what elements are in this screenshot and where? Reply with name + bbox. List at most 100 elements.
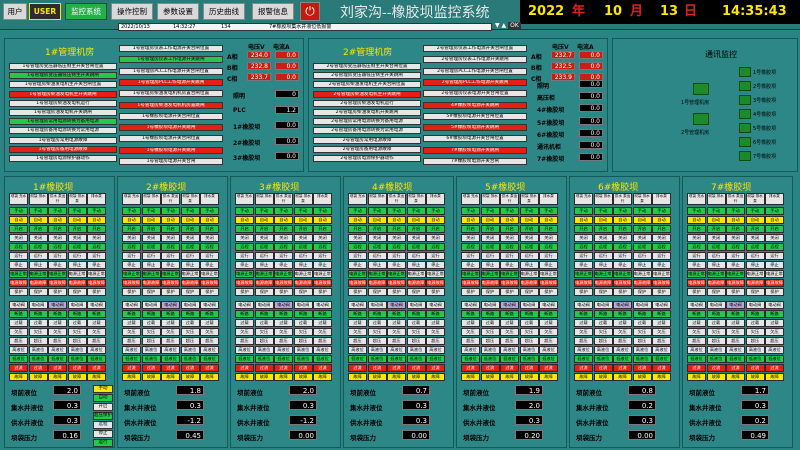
status-cell[interactable]: 开启 <box>387 225 406 233</box>
status-cell[interactable]: 运行 <box>122 252 141 260</box>
status-cell[interactable]: 过载 <box>500 319 519 327</box>
status-cell[interactable]: 停止 <box>367 261 387 269</box>
status-cell[interactable]: 运行 <box>28 252 48 260</box>
status-cell[interactable]: 高液位 <box>9 346 28 354</box>
status-cell[interactable]: 保护 <box>461 288 480 296</box>
status-cell[interactable]: 自动 <box>593 216 613 224</box>
status-cell[interactable]: 故障 <box>613 373 632 381</box>
status-cell[interactable]: 电源正常 <box>500 270 519 278</box>
status-cell[interactable]: 运行 <box>367 252 387 260</box>
status-cell[interactable]: 欠压 <box>235 328 254 336</box>
status-cell[interactable]: 欠压 <box>593 328 613 336</box>
status-cell[interactable]: 关闭 <box>500 234 519 242</box>
ok-button[interactable]: OK <box>508 22 521 29</box>
status-cell[interactable]: 电源故障 <box>500 279 519 287</box>
status-cell[interactable]: 电动阀 <box>9 301 28 309</box>
status-cell[interactable]: 高液位 <box>348 346 367 354</box>
status-cell[interactable]: 停止 <box>480 261 500 269</box>
status-cell[interactable]: 过载 <box>48 319 67 327</box>
status-cell[interactable]: 保护 <box>367 288 387 296</box>
status-cell[interactable]: 断路 <box>480 310 500 318</box>
status-cell[interactable]: 低液位 <box>613 355 632 363</box>
status-cell[interactable]: 低液位 <box>574 355 593 363</box>
status-cell[interactable]: 故障 <box>348 373 367 381</box>
status-cell[interactable]: 低液位 <box>726 355 745 363</box>
status-cell[interactable]: 电源正常 <box>254 270 274 278</box>
power-icon[interactable]: ⏻ <box>300 2 320 21</box>
status-cell[interactable]: 超压 <box>274 337 293 345</box>
status-cell[interactable]: 停止 <box>706 261 726 269</box>
status-cell[interactable]: 欠压 <box>687 328 706 336</box>
status-cell[interactable]: 保护 <box>387 288 406 296</box>
status-cell[interactable]: 过载 <box>122 319 141 327</box>
status-cell[interactable]: 运行 <box>387 252 406 260</box>
status-cell[interactable]: 关闭 <box>254 234 274 242</box>
status-cell[interactable]: 手动 <box>254 207 274 215</box>
status-cell[interactable]: 开启 <box>613 225 632 233</box>
status-cell[interactable]: 过流 <box>726 364 745 372</box>
status-cell[interactable]: 过流 <box>574 364 593 372</box>
status-cell[interactable]: 运行 <box>141 252 161 260</box>
status-cell[interactable]: 电源故障 <box>274 279 293 287</box>
status-cell[interactable]: 开启 <box>274 225 293 233</box>
status-cell[interactable]: 过载 <box>28 319 48 327</box>
status-cell[interactable]: 保护 <box>687 288 706 296</box>
status-cell[interactable]: 关闭 <box>593 234 613 242</box>
status-cell[interactable]: 手动 <box>348 207 367 215</box>
status-cell[interactable]: 故障 <box>593 373 613 381</box>
status-cell[interactable]: 远程 <box>480 243 500 251</box>
status-cell[interactable]: 电源故障 <box>48 279 67 287</box>
status-cell[interactable]: 断路 <box>574 310 593 318</box>
status-cell[interactable]: 电动阀 <box>593 301 613 309</box>
status-cell[interactable]: 开启 <box>500 225 519 233</box>
status-cell[interactable]: 开启 <box>461 225 480 233</box>
status-cell[interactable]: 电源正常 <box>726 270 745 278</box>
status-cell[interactable]: 过流 <box>254 364 274 372</box>
status-cell[interactable]: 远程 <box>574 243 593 251</box>
status-cell[interactable]: 电源正常 <box>274 270 293 278</box>
status-cell[interactable]: 低液位 <box>367 355 387 363</box>
status-cell[interactable]: 手动 <box>500 207 519 215</box>
status-cell[interactable]: 开启 <box>726 225 745 233</box>
status-cell[interactable]: 远程 <box>687 243 706 251</box>
status-cell[interactable]: 低液位 <box>122 355 141 363</box>
status-cell[interactable]: 电源故障 <box>235 279 254 287</box>
status-cell[interactable]: 关闭 <box>235 234 254 242</box>
status-cell[interactable]: 远程 <box>367 243 387 251</box>
status-cell[interactable]: 电源正常 <box>122 270 141 278</box>
status-cell[interactable]: 高液位 <box>387 346 406 354</box>
status-cell[interactable]: 自动 <box>367 216 387 224</box>
status-cell[interactable]: 关闭 <box>274 234 293 242</box>
status-cell[interactable]: 超压 <box>461 337 480 345</box>
status-cell[interactable]: 手动 <box>687 207 706 215</box>
status-cell[interactable]: 高液位 <box>726 346 745 354</box>
status-cell[interactable]: 开启 <box>141 225 161 233</box>
status-cell[interactable]: 自动 <box>141 216 161 224</box>
status-cell[interactable]: 开启 <box>574 225 593 233</box>
status-cell[interactable]: 过载 <box>235 319 254 327</box>
arrow-up-icon[interactable]: ▲ <box>502 22 507 29</box>
status-cell[interactable]: 电动阀 <box>500 301 519 309</box>
status-cell[interactable]: 超压 <box>122 337 141 345</box>
status-cell[interactable]: 过流 <box>348 364 367 372</box>
status-cell[interactable]: 保护 <box>161 288 180 296</box>
status-cell[interactable]: 电源故障 <box>141 279 161 287</box>
status-cell[interactable]: 开启 <box>593 225 613 233</box>
status-cell[interactable]: 低液位 <box>706 355 726 363</box>
status-cell[interactable]: 关闭 <box>480 234 500 242</box>
status-cell[interactable]: 过载 <box>141 319 161 327</box>
status-cell[interactable]: 断路 <box>122 310 141 318</box>
status-cell[interactable]: 欠压 <box>141 328 161 336</box>
status-cell[interactable]: 断路 <box>48 310 67 318</box>
status-cell[interactable]: 运行 <box>348 252 367 260</box>
status-cell[interactable]: 电源故障 <box>28 279 48 287</box>
status-cell[interactable]: 欠压 <box>9 328 28 336</box>
status-cell[interactable]: 手动 <box>613 207 632 215</box>
status-cell[interactable]: 自动 <box>687 216 706 224</box>
status-cell[interactable]: 关闭 <box>387 234 406 242</box>
status-cell[interactable]: 故障 <box>235 373 254 381</box>
status-cell[interactable]: 远程 <box>274 243 293 251</box>
status-cell[interactable]: 停止 <box>348 261 367 269</box>
status-cell[interactable]: 高液位 <box>28 346 48 354</box>
status-cell[interactable]: 关闭 <box>48 234 67 242</box>
